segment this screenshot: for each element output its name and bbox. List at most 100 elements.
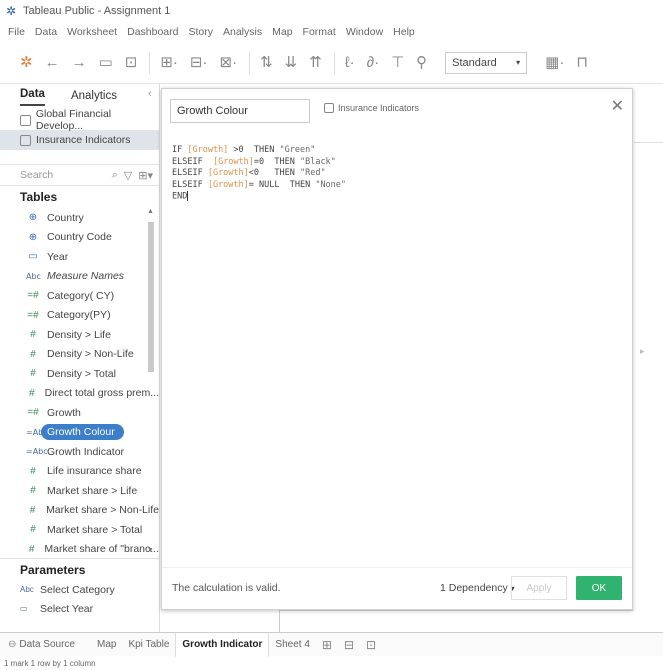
menu-data[interactable]: Data — [35, 26, 57, 38]
tab-analytics[interactable]: Analytics — [71, 90, 117, 106]
sheet-tab[interactable]: Kpi Table — [122, 633, 175, 657]
clear-sheet-icon[interactable]: ⊠· — [220, 55, 238, 70]
apply-button[interactable]: Apply — [511, 576, 567, 600]
field-item[interactable]: Abc Measure Names — [0, 267, 159, 287]
scroll-down-icon[interactable]: ▼ — [147, 547, 154, 554]
search-input[interactable]: Search — [20, 169, 112, 181]
menu-format[interactable]: Format — [303, 26, 336, 38]
field-item[interactable]: # Density > Non-Life — [0, 345, 159, 365]
toolbar: ✲ ← → ▭ ⊡ ⊞· ⊟· ⊠· ⇅ ⇊ ⇈ ℓ· ∂· ⊤ ⚲ Stand… — [0, 42, 663, 84]
menu-help[interactable]: Help — [393, 26, 415, 38]
sheet-tab[interactable]: Map — [91, 633, 122, 657]
field-item[interactable]: # Market share of "branc... — [0, 540, 159, 554]
scroll-up-icon[interactable]: ▲ — [147, 208, 154, 215]
presentation-icon[interactable]: ⊓ — [576, 55, 588, 70]
sort-desc-icon[interactable]: ⇈ — [309, 55, 322, 70]
field-label: Direct total gross prem... — [44, 387, 159, 400]
field-label: Growth — [47, 406, 81, 419]
field-item[interactable]: =Abc Growth Colour — [0, 423, 159, 443]
calendar-icon: ▭ — [28, 251, 38, 263]
new-story-icon[interactable]: ⊡ — [366, 638, 376, 652]
menu-file[interactable]: File — [8, 26, 25, 38]
field-label: Market share > Non-Life — [46, 504, 159, 517]
parameter-item[interactable]: Abc Select Category — [0, 580, 159, 599]
tab-data[interactable]: Data — [20, 88, 45, 106]
sheet-tab[interactable]: Sheet 4 — [269, 633, 315, 657]
highlight-icon[interactable]: ℓ· — [345, 55, 355, 70]
group-icon[interactable]: ∂· — [367, 55, 379, 70]
scroll-thumb[interactable] — [148, 222, 154, 372]
menu-window[interactable]: Window — [346, 26, 383, 38]
back-icon[interactable]: ← — [45, 55, 60, 70]
pin-icon[interactable]: ⚲ — [416, 55, 427, 70]
calculated-number-icon: =# — [27, 290, 39, 302]
field-label: Market share > Life — [47, 484, 138, 497]
formula-editor[interactable]: IF [Growth] >0 THEN "Green" ELSEIF [Growt… — [172, 145, 346, 203]
datasource-item[interactable]: Global Financial Develop... — [0, 108, 159, 132]
field-item[interactable]: =# Category( CY) — [0, 286, 159, 306]
forward-icon[interactable]: → — [72, 55, 87, 70]
field-item[interactable]: ▭ Year — [0, 247, 159, 267]
field-item[interactable]: =Abc Growth Indicator — [0, 442, 159, 462]
duplicate-icon[interactable]: ⊟· — [190, 55, 208, 70]
collapse-pane-icon[interactable]: ‹ — [148, 88, 152, 100]
menu-analysis[interactable]: Analysis — [223, 26, 262, 38]
formula-token: [Growth] — [207, 168, 249, 178]
menu-map[interactable]: Map — [272, 26, 292, 38]
globe-icon: ⊕ — [28, 231, 38, 243]
search-icon[interactable]: ⌕ — [112, 169, 118, 182]
label-icon[interactable]: ⊤ — [391, 55, 404, 70]
field-item[interactable]: ⊕ Country Code — [0, 228, 159, 248]
field-search[interactable]: Search ⌕ ▽ ⊞▾ — [0, 164, 159, 186]
sort-asc-icon[interactable]: ⇊ — [285, 55, 298, 70]
field-label: Density > Total — [47, 367, 116, 380]
ok-button[interactable]: OK — [576, 576, 622, 600]
divider — [634, 142, 663, 143]
field-item[interactable]: # Market share > Total — [0, 520, 159, 540]
view-options-icon[interactable]: ⊞▾ — [138, 169, 153, 182]
worksheet-area — [279, 610, 634, 632]
tableau-icon[interactable]: ✲ — [20, 55, 33, 70]
expand-arrow-icon[interactable]: ▸ — [640, 346, 645, 357]
field-item[interactable]: # Market share > Life — [0, 481, 159, 501]
datasource-list: Global Financial Develop... Insurance Ind… — [0, 108, 159, 150]
menu-bar: File Data Worksheet Dashboard Story Analysis M… — [0, 22, 663, 42]
parameter-item[interactable]: ▭ Select Year — [0, 599, 159, 618]
field-label: Density > Life — [47, 328, 111, 341]
field-item[interactable]: # Life insurance share — [0, 462, 159, 482]
field-item[interactable]: =# Category(PY) — [0, 306, 159, 326]
datasource-item[interactable]: Insurance Indicators — [0, 130, 159, 150]
sheet-tab[interactable]: ⊖ Data Source — [0, 633, 81, 657]
calculated-string-icon: =Abc — [26, 427, 48, 437]
swap-icon[interactable]: ⇅ — [260, 55, 273, 70]
field-item[interactable]: # Density > Life — [0, 325, 159, 345]
new-worksheet-icon[interactable]: ⊞· — [160, 55, 178, 70]
calculation-name-field[interactable]: Growth Colour — [170, 99, 310, 123]
filter-icon[interactable]: ▽ — [124, 169, 132, 182]
field-item[interactable]: # Market share > Non-Life — [0, 501, 159, 521]
field-item[interactable]: # Direct total gross prem... — [0, 384, 159, 404]
calculation-name-value: Growth Colour — [177, 105, 248, 117]
field-item[interactable]: =# Growth — [0, 403, 159, 423]
close-icon[interactable]: ✕ — [611, 99, 624, 115]
save-icon[interactable]: ▭ — [99, 55, 113, 70]
sheet-tab[interactable]: Growth Indicator — [175, 632, 270, 657]
field-item[interactable]: # Density > Total — [0, 364, 159, 384]
globe-icon: ⊕ — [28, 212, 38, 224]
parameters-heading: Parameters — [0, 558, 159, 580]
toolbar-divider — [249, 51, 251, 74]
new-worksheet-icon[interactable]: ⊞ — [322, 638, 332, 652]
sheet-tab-label: Kpi Table — [128, 639, 170, 650]
field-item[interactable]: ⊕ Country — [0, 208, 159, 228]
dependency-dropdown[interactable]: 1 Dependency ▾ — [440, 582, 515, 594]
new-datasource-icon[interactable]: ⊡ — [125, 55, 138, 70]
menu-worksheet[interactable]: Worksheet — [67, 26, 117, 38]
tableau-logo-icon: ✲ — [6, 4, 17, 18]
menu-dashboard[interactable]: Dashboard — [127, 26, 178, 38]
menu-story[interactable]: Story — [188, 26, 213, 38]
field-list-scrollbar[interactable]: ▲ ▼ — [147, 208, 155, 554]
new-dashboard-icon[interactable]: ⊟ — [344, 638, 354, 652]
view-mode-select[interactable]: Standard ▾ — [445, 51, 528, 74]
parameter-list: Abc Select Category ▭ Select Year — [0, 580, 159, 618]
show-me-icon[interactable]: ▦· — [545, 55, 564, 70]
